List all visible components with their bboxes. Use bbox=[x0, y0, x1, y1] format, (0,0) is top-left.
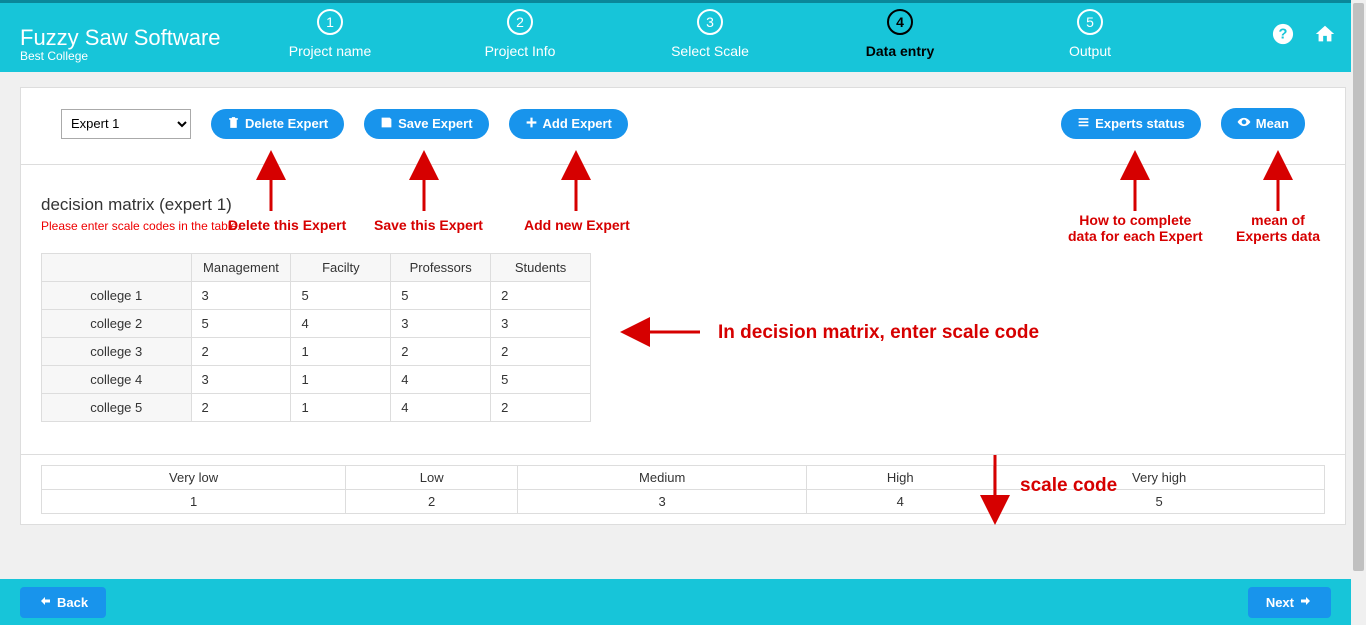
matrix-header bbox=[42, 254, 192, 282]
matrix-cell[interactable]: 5 bbox=[291, 282, 391, 310]
matrix-cell[interactable]: 3 bbox=[391, 310, 491, 338]
arrow-right-icon bbox=[1299, 595, 1313, 610]
next-button[interactable]: Next bbox=[1248, 587, 1331, 618]
matrix-cell[interactable]: 2 bbox=[191, 338, 291, 366]
matrix-cell[interactable]: 5 bbox=[491, 366, 591, 394]
matrix-cell[interactable]: 1 bbox=[291, 366, 391, 394]
footer-bar: Back Next bbox=[0, 579, 1351, 625]
scale-panel: Very lowLowMediumHighVery high 12345 bbox=[20, 455, 1346, 525]
eye-icon bbox=[1237, 115, 1251, 132]
scale-code: 4 bbox=[807, 490, 994, 514]
matrix-cell[interactable]: 3 bbox=[491, 310, 591, 338]
arrow-left-icon bbox=[38, 595, 52, 610]
step-number: 2 bbox=[507, 9, 533, 35]
matrix-cell[interactable]: 2 bbox=[391, 338, 491, 366]
matrix-cell[interactable]: 4 bbox=[391, 366, 491, 394]
svg-text:?: ? bbox=[1279, 27, 1288, 43]
matrix-cell[interactable]: 5 bbox=[191, 310, 291, 338]
row-label: college 5 bbox=[42, 394, 192, 422]
save-icon bbox=[380, 116, 393, 132]
decision-matrix-panel: decision matrix (expert 1) Please enter … bbox=[20, 165, 1346, 455]
scale-label: Medium bbox=[518, 466, 807, 490]
matrix-cell[interactable]: 2 bbox=[191, 394, 291, 422]
matrix-cell[interactable]: 2 bbox=[491, 282, 591, 310]
matrix-cell[interactable]: 1 bbox=[291, 338, 391, 366]
matrix-header: Management bbox=[191, 254, 291, 282]
scale-code-table: Very lowLowMediumHighVery high 12345 bbox=[41, 465, 1325, 514]
scale-code: 1 bbox=[42, 490, 346, 514]
toolbar-panel: Expert 1 Delete Expert Save Expert Add E… bbox=[20, 87, 1346, 165]
scrollbar-thumb[interactable] bbox=[1353, 3, 1364, 571]
row-label: college 2 bbox=[42, 310, 192, 338]
matrix-cell[interactable]: 1 bbox=[291, 394, 391, 422]
step-number: 3 bbox=[697, 9, 723, 35]
step-label: Output bbox=[1040, 43, 1140, 59]
trash-icon bbox=[227, 116, 240, 132]
top-header: Fuzzy Saw Software Best College 1 Project… bbox=[0, 0, 1366, 72]
add-expert-button[interactable]: Add Expert bbox=[509, 109, 628, 139]
decision-matrix-table[interactable]: ManagementFaciltyProfessorsStudentscolle… bbox=[41, 253, 591, 422]
matrix-header: Facilty bbox=[291, 254, 391, 282]
app-subtitle: Best College bbox=[20, 49, 88, 63]
table-row: college 52142 bbox=[42, 394, 591, 422]
help-icon[interactable]: ? bbox=[1272, 23, 1294, 51]
matrix-cell[interactable]: 3 bbox=[191, 366, 291, 394]
experts-status-button[interactable]: Experts status bbox=[1061, 109, 1201, 139]
wizard-step-3[interactable]: 3 Select Scale bbox=[660, 9, 760, 59]
wizard-step-5[interactable]: 5 Output bbox=[1040, 9, 1140, 59]
delete-expert-button[interactable]: Delete Expert bbox=[211, 109, 344, 139]
row-label: college 1 bbox=[42, 282, 192, 310]
step-label: Project name bbox=[280, 43, 380, 59]
home-icon[interactable] bbox=[1314, 23, 1336, 51]
matrix-title: decision matrix (expert 1) bbox=[41, 195, 1325, 215]
table-row: college 13552 bbox=[42, 282, 591, 310]
list-icon bbox=[1077, 116, 1090, 132]
matrix-header: Students bbox=[491, 254, 591, 282]
matrix-header: Professors bbox=[391, 254, 491, 282]
table-row: college 25433 bbox=[42, 310, 591, 338]
scale-label: Very low bbox=[42, 466, 346, 490]
scale-label: Low bbox=[346, 466, 518, 490]
scale-label: Very high bbox=[994, 466, 1325, 490]
row-label: college 4 bbox=[42, 366, 192, 394]
scrollbar[interactable] bbox=[1351, 0, 1366, 625]
step-number: 1 bbox=[317, 9, 343, 35]
step-label: Project Info bbox=[470, 43, 570, 59]
mean-button[interactable]: Mean bbox=[1221, 108, 1305, 139]
row-label: college 3 bbox=[42, 338, 192, 366]
scale-code: 3 bbox=[518, 490, 807, 514]
step-number: 4 bbox=[887, 9, 913, 35]
wizard-steps: 1 Project name 2 Project Info 3 Select Scale 4… bbox=[280, 9, 1140, 59]
app-title: Fuzzy Saw Software bbox=[20, 25, 221, 51]
back-button[interactable]: Back bbox=[20, 587, 106, 618]
step-label: Select Scale bbox=[660, 43, 760, 59]
wizard-step-1[interactable]: 1 Project name bbox=[280, 9, 380, 59]
wizard-step-4[interactable]: 4 Data entry bbox=[850, 9, 950, 59]
scale-code: 5 bbox=[994, 490, 1325, 514]
expert-select[interactable]: Expert 1 bbox=[61, 109, 191, 139]
table-row: college 43145 bbox=[42, 366, 591, 394]
scale-label: High bbox=[807, 466, 994, 490]
matrix-cell[interactable]: 3 bbox=[191, 282, 291, 310]
matrix-cell[interactable]: 2 bbox=[491, 338, 591, 366]
matrix-cell[interactable]: 4 bbox=[291, 310, 391, 338]
matrix-cell[interactable]: 4 bbox=[391, 394, 491, 422]
step-number: 5 bbox=[1077, 9, 1103, 35]
matrix-warning: Please enter scale codes in the table. bbox=[41, 219, 1325, 233]
plus-icon bbox=[525, 116, 538, 132]
table-row: college 32122 bbox=[42, 338, 591, 366]
scale-code: 2 bbox=[346, 490, 518, 514]
save-expert-button[interactable]: Save Expert bbox=[364, 109, 488, 139]
matrix-cell[interactable]: 5 bbox=[391, 282, 491, 310]
matrix-cell[interactable]: 2 bbox=[491, 394, 591, 422]
wizard-step-2[interactable]: 2 Project Info bbox=[470, 9, 570, 59]
step-label: Data entry bbox=[850, 43, 950, 59]
